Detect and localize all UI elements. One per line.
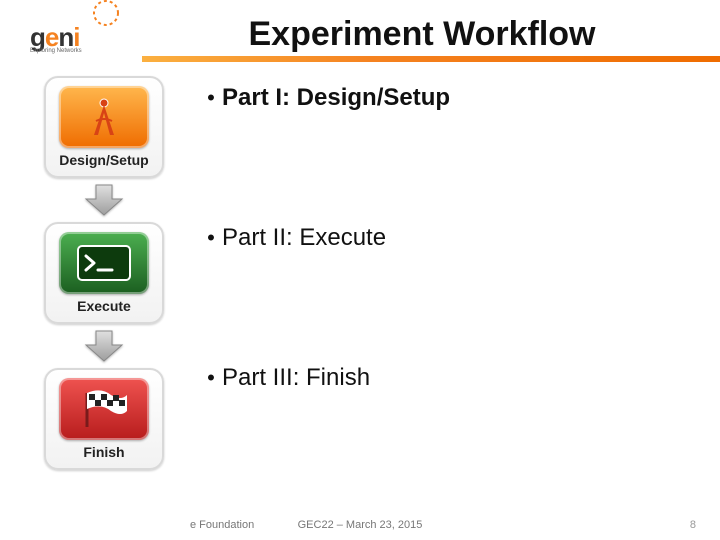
terminal-icon — [59, 232, 149, 294]
bullet-item: • Part II: Execute — [200, 224, 700, 252]
bullet-dot-icon: • — [200, 224, 222, 252]
arrow-down-icon — [80, 182, 128, 218]
bullet-item: • Part III: Finish — [200, 364, 700, 392]
workflow-badge-label: Design/Setup — [46, 150, 162, 172]
slide-title: Experiment Workflow — [249, 15, 614, 54]
bullet-list: • Part I: Design/Setup • Part II: Execut… — [200, 84, 700, 504]
arrow-down-icon — [80, 328, 128, 364]
title-bar: Experiment Workflow — [142, 0, 720, 68]
workflow-badge-finish: Finish — [44, 368, 164, 470]
bullet-dot-icon: • — [200, 84, 222, 112]
workflow-badge-label: Finish — [46, 442, 162, 464]
workflow-badge-label: Execute — [46, 296, 162, 318]
logo-globe-icon — [82, 0, 130, 30]
page-number: 8 — [690, 519, 696, 531]
bullet-text: Part I: Design/Setup — [222, 84, 450, 112]
footer-left-text: e Foundation — [190, 519, 254, 531]
geni-logo: geni Exploring Networks — [12, 4, 142, 64]
slide-content: Design/Setup Execute — [0, 68, 720, 510]
logo-subtitle: Exploring Networks — [30, 48, 82, 54]
title-underline — [142, 56, 720, 62]
workflow-column: Design/Setup Execute — [24, 76, 184, 470]
bullet-item: • Part I: Design/Setup — [200, 84, 700, 112]
bullet-dot-icon: • — [200, 364, 222, 392]
compass-icon — [59, 86, 149, 148]
footer-center-text: GEC22 – March 23, 2015 — [298, 519, 423, 531]
slide-header: geni Exploring Networks Experiment Workf… — [0, 0, 720, 68]
flag-icon — [59, 378, 149, 440]
bullet-text: Part III: Finish — [222, 364, 370, 392]
workflow-badge-execute: Execute — [44, 222, 164, 324]
slide: geni Exploring Networks Experiment Workf… — [0, 0, 720, 540]
workflow-badge-design-setup: Design/Setup — [44, 76, 164, 178]
slide-footer: e Foundation GEC22 – March 23, 2015 8 — [0, 510, 720, 540]
bullet-text: Part II: Execute — [222, 224, 386, 252]
